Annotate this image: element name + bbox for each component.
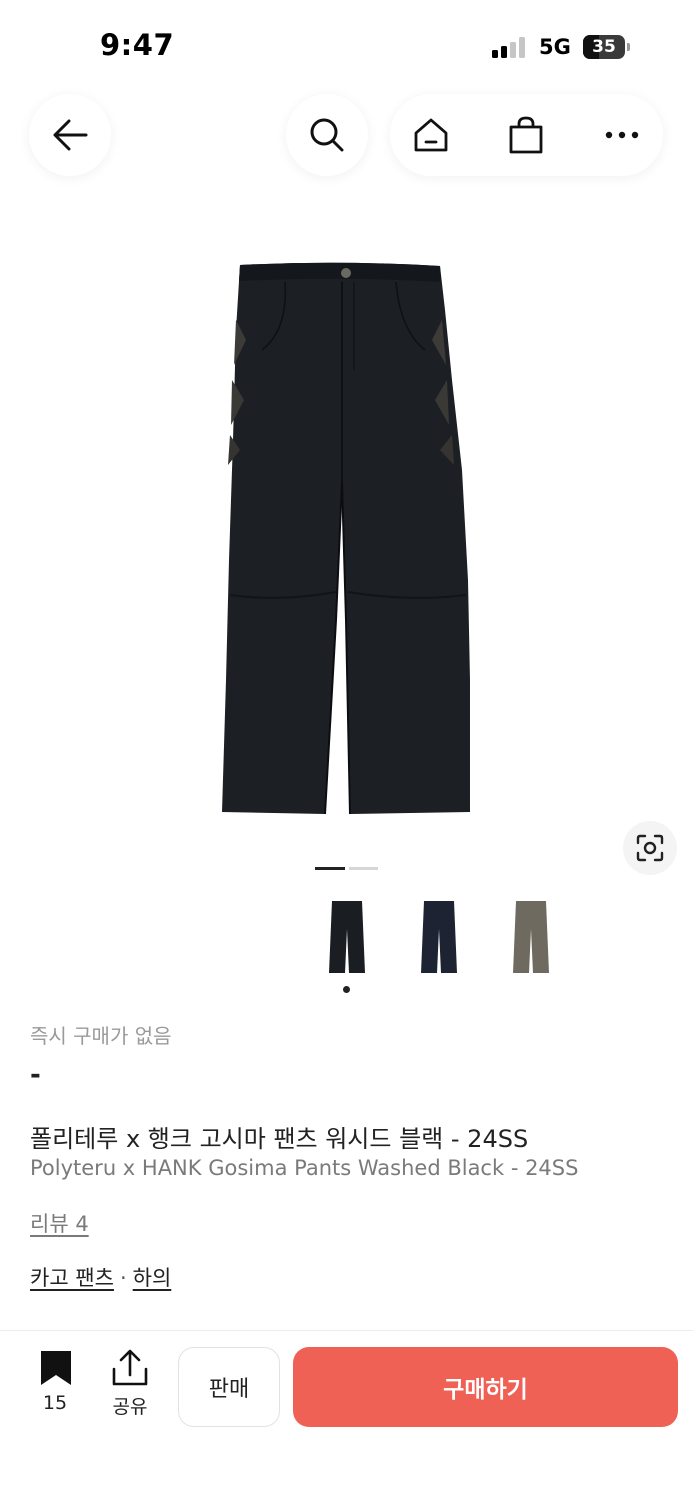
variant-image: [421, 901, 457, 973]
battery-icon: 35: [583, 35, 631, 59]
bookmark-icon: [41, 1351, 71, 1385]
product-name-en: Polyteru x HANK Gosima Pants Washed Blac…: [30, 1156, 579, 1180]
status-bar: 9:47 5G 35: [0, 0, 693, 90]
buy-button[interactable]: 구매하기: [293, 1347, 678, 1427]
shopping-bag-icon: [509, 116, 543, 154]
back-button[interactable]: [29, 94, 111, 176]
home-icon: [414, 118, 448, 152]
signal-strength-icon: [492, 36, 528, 58]
network-type: 5G: [539, 35, 571, 59]
share-label: 공유: [112, 1396, 148, 1418]
home-button[interactable]: [409, 113, 453, 157]
arrow-left-icon: [53, 119, 88, 151]
variant-thumb-1[interactable]: [312, 896, 382, 978]
image-search-button[interactable]: [623, 821, 677, 875]
variant-image: [513, 901, 549, 973]
image-search-icon: [636, 834, 664, 862]
cart-button[interactable]: [504, 113, 548, 157]
category-link[interactable]: 카고 팬츠: [30, 1266, 114, 1290]
variant-thumb-3[interactable]: [496, 896, 566, 978]
variant-thumb-2[interactable]: [404, 896, 474, 978]
category-separator: ·: [119, 1266, 127, 1290]
pants-illustration: [222, 262, 470, 815]
pager-indicator: [349, 867, 378, 870]
share-icon: [112, 1349, 148, 1386]
product-name-ko: 폴리테루 x 행크 고시마 팬츠 워시드 블랙 - 24SS: [30, 1125, 529, 1153]
status-time: 9:47: [100, 28, 175, 62]
variant-image: [329, 901, 365, 973]
more-dots-icon: [605, 131, 639, 139]
instant-buy-label: 즉시 구매가 없음: [30, 1024, 172, 1048]
review-link[interactable]: 리뷰 4: [30, 1208, 89, 1238]
search-icon: [310, 118, 344, 152]
product-image[interactable]: [0, 200, 693, 850]
bookmark-count: 15: [42, 1392, 68, 1414]
pager-indicator-active: [315, 867, 345, 870]
top-actions-group: [390, 94, 663, 176]
battery-level: 35: [592, 37, 616, 57]
selected-variant-dot: [343, 986, 350, 993]
parent-category-link[interactable]: 하의: [133, 1266, 172, 1290]
more-button[interactable]: [600, 113, 644, 157]
category-breadcrumb: 카고 팬츠 · 하의: [30, 1262, 171, 1292]
price: -: [30, 1060, 41, 1090]
sell-button[interactable]: 판매: [178, 1347, 280, 1427]
search-button[interactable]: [286, 94, 368, 176]
